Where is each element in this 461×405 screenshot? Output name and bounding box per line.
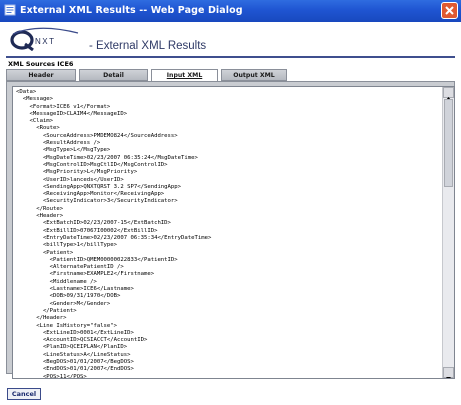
xml-line: </Header> bbox=[16, 315, 67, 322]
xml-line: <ExtBatchID>02/23/2007-15</ExtBatchID> bbox=[16, 220, 171, 227]
tab-header[interactable]: Header bbox=[6, 69, 76, 81]
xml-line: <MessageID>CLAIM4</MessageID> bbox=[16, 110, 128, 117]
xml-line: <EndDOS>01/01/2007</EndDOS> bbox=[16, 366, 134, 373]
xml-line: <MsgDateTime>02/23/2007 06:35:24</MsgDat… bbox=[16, 154, 198, 161]
xml-line: <Firstname>EXAMPLE2</Firstname> bbox=[16, 271, 155, 278]
xml-line: <Patient> bbox=[16, 249, 74, 256]
xml-line: <UserID>lanceds</UserID> bbox=[16, 176, 124, 183]
xml-line: <BegDOS>01/01/2007</BegDOS> bbox=[16, 358, 134, 365]
xml-textarea[interactable]: <Data> <Message> <Format>ICE6 v1</Format… bbox=[12, 86, 455, 379]
page-title: - External XML Results bbox=[89, 40, 207, 52]
xml-line: <EntryDateTime>02/23/2007 06:35:34</Entr… bbox=[16, 234, 212, 241]
xml-line: <SecurityIndicator>3</SecurityIndicator> bbox=[16, 198, 178, 205]
xml-line: <POS>11</POS> bbox=[16, 373, 87, 379]
ie-page-icon bbox=[4, 4, 16, 16]
window-title: External XML Results -- Web Page Dialog bbox=[20, 5, 243, 16]
scroll-up-button[interactable] bbox=[443, 87, 454, 100]
xml-line: <Format>ICE6 v1</Format> bbox=[16, 103, 111, 110]
qnxt-logo: NXT bbox=[10, 27, 79, 51]
xml-line: <DOB>09/31/1970</DOB> bbox=[16, 293, 121, 300]
xml-line: <MsgControlID>MsgCtlID</MsgControlID> bbox=[16, 161, 168, 168]
cancel-button[interactable]: Cancel bbox=[7, 388, 41, 400]
scroll-down-button[interactable] bbox=[443, 367, 454, 378]
xml-line: <AlternatePatientID /> bbox=[16, 264, 124, 271]
xml-line: <Middlename /> bbox=[16, 278, 97, 285]
xml-line: </Route> bbox=[16, 205, 64, 212]
xml-line: <Gender>M</Gender> bbox=[16, 300, 111, 307]
xml-line: <Message> bbox=[16, 96, 54, 103]
xml-line: </Patient> bbox=[16, 307, 77, 314]
scroll-thumb[interactable] bbox=[444, 99, 453, 187]
dialog-header: NXT - External XML Results bbox=[0, 22, 461, 56]
xml-line: <ReceivingApp>Monitor</ReceivingApp> bbox=[16, 191, 165, 198]
xml-line: <MsgPriority>L</MsgPriority> bbox=[16, 169, 138, 176]
xml-line: <SourceAddress>PMDEMO824</SourceAddress> bbox=[16, 132, 178, 139]
header-divider bbox=[6, 56, 455, 58]
xml-line: <SendingApp>QNXTQRST 3.2 SP7</SendingApp… bbox=[16, 183, 182, 190]
tab-output-xml[interactable]: Output XML bbox=[221, 69, 287, 81]
arrow-down-icon bbox=[446, 377, 451, 378]
xml-line: <Claim> bbox=[16, 118, 54, 125]
close-icon bbox=[445, 6, 454, 15]
tab-detail[interactable]: Detail bbox=[79, 69, 148, 81]
xml-line: <ResultAddress /> bbox=[16, 140, 101, 147]
xml-line: <ExtLineID>0001</ExtLineID> bbox=[16, 329, 134, 336]
xml-line: <MsgType>L</MsgType> bbox=[16, 147, 111, 154]
close-button[interactable] bbox=[441, 2, 458, 19]
xml-line: <AccountID>QCSIACCT</AccountID> bbox=[16, 337, 148, 344]
svg-text:NXT: NXT bbox=[35, 37, 56, 46]
xml-line: <Line IsHistory="false"> bbox=[16, 322, 118, 329]
xml-content: <Data> <Message> <Format>ICE6 v1</Format… bbox=[16, 89, 440, 379]
xml-line: <billType>1</billType> bbox=[16, 242, 118, 249]
xml-line: <Data> bbox=[16, 89, 37, 95]
window-titlebar: External XML Results -- Web Page Dialog bbox=[0, 0, 461, 22]
vertical-scrollbar[interactable] bbox=[442, 87, 454, 378]
xml-line: <PlanID>QCEIPLAN</PlanID> bbox=[16, 344, 128, 351]
xml-line: <PatientID>QMEM00000022833</PatientID> bbox=[16, 256, 178, 263]
xml-line: <LineStatus>A</LineStatus> bbox=[16, 351, 131, 358]
xml-line: <ExtBillID>07067I00002</ExtBillID> bbox=[16, 227, 158, 234]
xml-line: <Lastname>ICE6</Lastname> bbox=[16, 286, 134, 293]
xml-line: <Header> bbox=[16, 213, 64, 220]
xml-line: <Route> bbox=[16, 125, 60, 132]
xml-source-label: XML Sources ICE6 bbox=[8, 60, 74, 68]
